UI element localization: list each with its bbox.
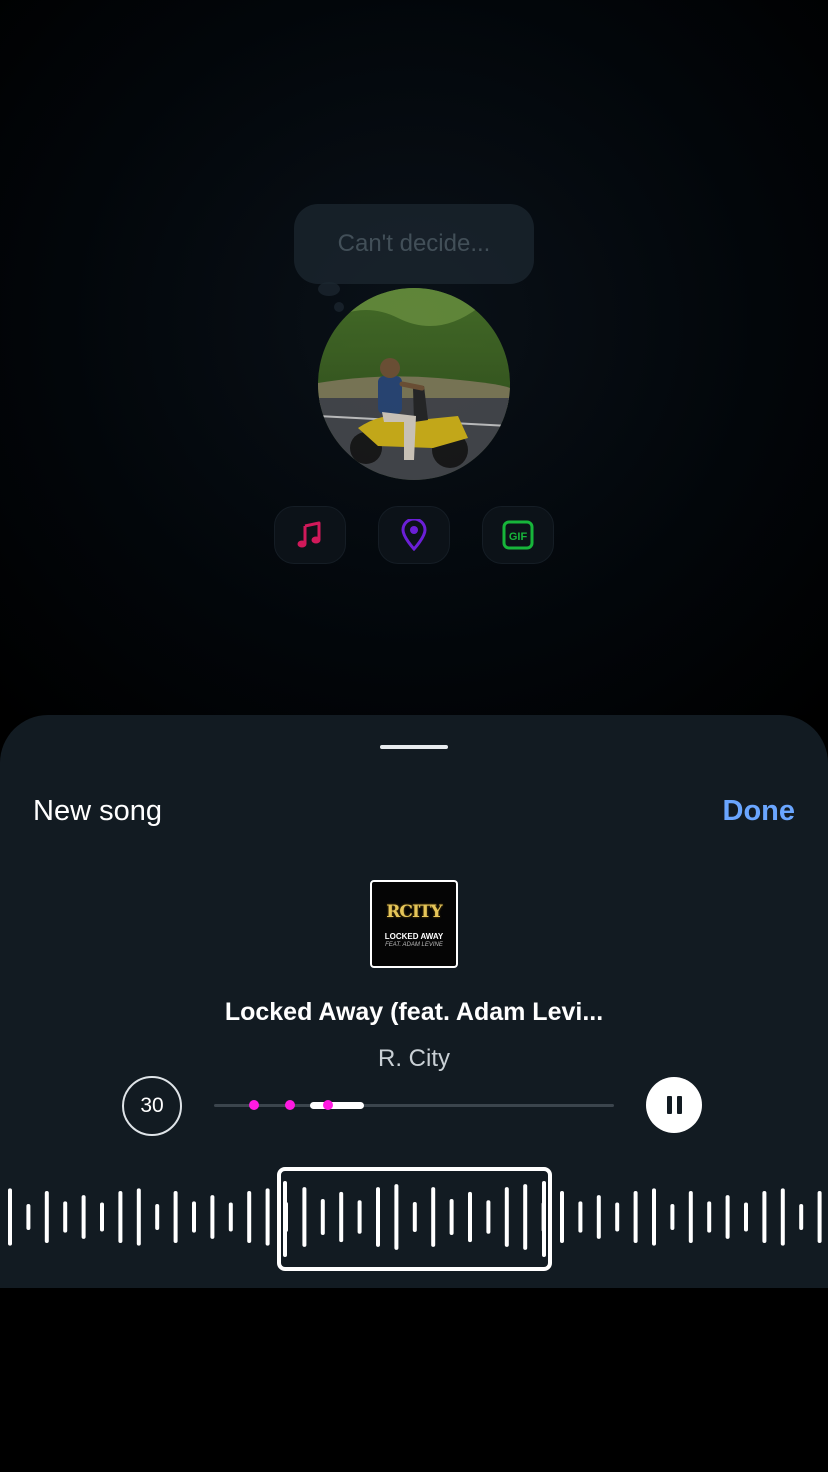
waveform-bar [799,1204,804,1230]
clip-marker [323,1100,333,1110]
waveform-bar [247,1191,252,1243]
pause-button[interactable] [646,1077,702,1133]
waveform-bar [136,1188,141,1246]
avatar-photo-illustration [318,288,510,480]
note-placeholder: Can't decide... [337,230,491,257]
waveform-bar [596,1195,601,1239]
song-artist: R. City [378,1045,450,1072]
waveform-bar [725,1195,730,1239]
add-location-button[interactable] [378,506,450,564]
selected-clip-range [310,1102,364,1109]
song-progress-track[interactable] [214,1100,614,1110]
clip-selection-window[interactable] [277,1167,552,1271]
waveform-bar [762,1191,767,1243]
waveform-bar [63,1201,68,1233]
waveform-bar [633,1191,638,1243]
location-pin-icon [401,519,427,551]
gif-icon-label: GIF [509,531,528,543]
add-gif-button[interactable]: GIF [482,506,554,564]
clip-duration-label: 30 [140,1094,164,1117]
waveform-bar [81,1195,86,1239]
waveform-bar [192,1201,196,1233]
waveform-bar [228,1202,233,1232]
album-art: RCITY LOCKED AWAY FEAT. ADAM LEVINE [370,880,458,968]
profile-avatar [318,288,510,480]
album-art-subtitle: FEAT. ADAM LEVINE [385,942,443,948]
waveform-bar [670,1204,675,1230]
done-button[interactable]: Done [723,795,796,828]
waveform-bar [688,1191,693,1243]
clip-duration-button[interactable]: 30 [122,1076,182,1136]
waveform-bar [817,1191,822,1243]
waveform-bar [265,1188,270,1246]
waveform-bar [173,1191,178,1243]
waveform-bar [744,1202,748,1232]
waveform-bar [44,1191,49,1243]
waveform-bar [210,1195,215,1239]
waveform-bar [652,1188,656,1246]
music-note-icon [297,521,321,548]
waveform-bar [26,1204,31,1230]
waveform-bar [780,1188,785,1246]
pause-icon [664,1096,684,1114]
waveform-bar [578,1201,583,1233]
waveform-bar [8,1188,12,1246]
waveform-bar [155,1204,160,1230]
bubble-tail-dot [334,302,344,312]
waveform-bar [118,1191,123,1243]
note-composer-backdrop[interactable]: Can't decide... GIF [0,0,828,715]
waveform-bar [707,1201,712,1233]
add-music-button[interactable] [274,506,346,564]
waveform-bar [615,1202,620,1232]
waveform-bar [560,1191,564,1243]
song-title: Locked Away (feat. Adam Levi... [224,998,604,1026]
album-art-title: LOCKED AWAY [384,932,444,941]
screen: Can't decide... GIF New song Done RCITY … [0,0,828,1472]
waveform-bar [100,1202,104,1232]
note-input-bubble[interactable]: Can't decide... [294,204,534,284]
song-picker-sheet: New song Done RCITY LOCKED AWAY FEAT. AD… [0,715,828,1288]
clip-marker [249,1100,259,1110]
gif-icon: GIF [502,520,534,550]
bubble-tail [318,282,340,296]
sheet-title: New song [33,795,162,827]
clip-marker [285,1100,295,1110]
album-art-logo: RCITY [386,902,442,922]
sheet-grabber[interactable] [380,745,448,749]
